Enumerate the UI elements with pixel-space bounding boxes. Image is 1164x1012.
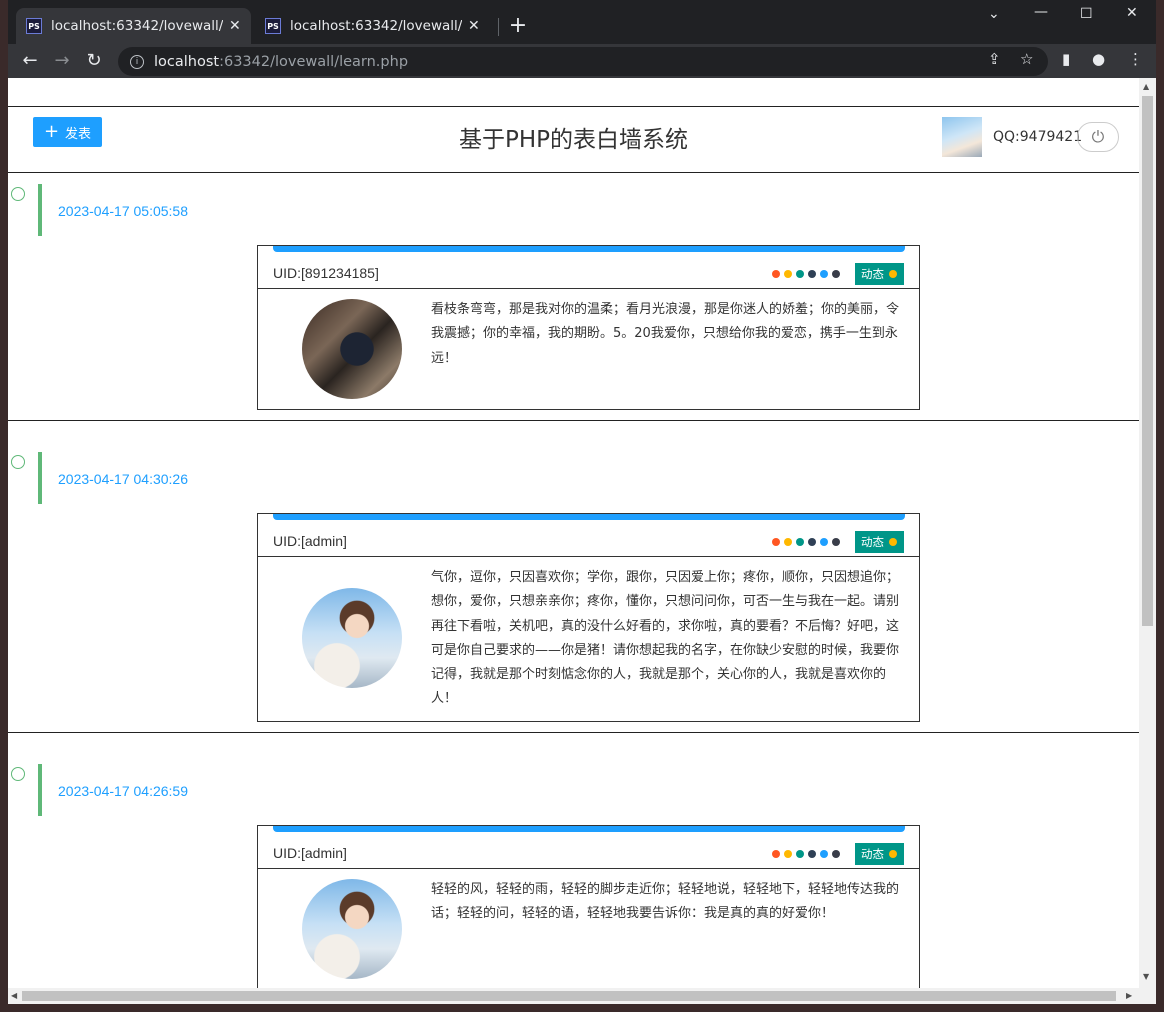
timeline-bar: [38, 452, 42, 504]
scroll-up-icon[interactable]: ▲: [1143, 82, 1149, 91]
phpstorm-icon: PS: [265, 18, 281, 34]
status-badge: 动态: [855, 263, 904, 285]
color-dots: [772, 270, 840, 278]
logout-button[interactable]: ⏻: [1077, 122, 1119, 152]
scroll-left-icon[interactable]: ◀: [11, 991, 17, 1000]
card-header: UID:[admin] 动态: [258, 520, 919, 557]
status-badge: 动态: [855, 531, 904, 553]
share-icon[interactable]: ⇪: [988, 50, 1001, 68]
card-header: UID:[admin] 动态: [258, 832, 919, 869]
badge-label: 动态: [861, 267, 884, 281]
post-card: UID:[891234185] 动态 看枝条弯弯，那是我对你的温柔；看月光浪漫，…: [257, 245, 920, 410]
close-window-icon[interactable]: ✕: [1126, 5, 1138, 21]
tab-title: localhost:63342/lovewall/learn.php: [51, 18, 223, 34]
close-tab-icon[interactable]: ✕: [229, 18, 241, 34]
horizontal-scrollbar[interactable]: ◀ ▶: [8, 988, 1156, 1004]
color-dots: [772, 538, 840, 546]
side-panel-icon[interactable]: ▮: [1062, 50, 1070, 68]
status-badge: 动态: [855, 843, 904, 865]
forward-icon[interactable]: →: [49, 48, 75, 74]
post-card: UID:[admin] 动态 轻轻的风，轻轻的雨，轻轻的脚步走近你；轻轻地说，轻…: [257, 825, 920, 1004]
browser-tab-login[interactable]: PS localhost:63342/lovewall/login ✕: [255, 8, 490, 44]
url-path: :63342/lovewall/learn.php: [219, 53, 409, 70]
user-avatar[interactable]: [942, 117, 982, 157]
site-info-icon[interactable]: i: [130, 54, 144, 69]
post-text: 看枝条弯弯，那是我对你的温柔；看月光浪漫，那是你迷人的娇羞；你的美丽，令我震撼；…: [431, 302, 900, 366]
tab-strip: PS localhost:63342/lovewall/learn.php ✕ …: [8, 0, 1156, 44]
timeline-circle-icon: [11, 767, 25, 781]
close-tab-icon[interactable]: ✕: [468, 18, 480, 34]
timeline-bar: [38, 764, 42, 816]
post-time: 2023-04-17 04:26:59: [58, 783, 188, 799]
menu-kebab-icon[interactable]: ⋮: [1128, 50, 1143, 68]
post-divider: [8, 732, 1139, 733]
post-uid: UID:[admin]: [273, 533, 347, 549]
badge-dot: [889, 270, 897, 278]
maximize-icon[interactable]: ☐: [1080, 6, 1093, 22]
url-host: localhost: [154, 53, 220, 70]
address-bar[interactable]: i localhost:63342/lovewall/learn.php: [118, 47, 1048, 76]
post-time: 2023-04-17 04:30:26: [58, 471, 188, 487]
back-icon[interactable]: ←: [17, 48, 43, 74]
post-item: 2023-04-17 05:05:58 UID:[891234185] 动态 看…: [8, 174, 1139, 422]
qq-label: QQ:9479421: [993, 129, 1083, 145]
badge-label: 动态: [861, 847, 884, 861]
reload-icon[interactable]: ↻: [81, 48, 107, 74]
badge-dot: [889, 538, 897, 546]
horizontal-scroll-thumb[interactable]: [22, 991, 1116, 1001]
timeline-bar: [38, 184, 42, 236]
power-icon: ⏻: [1091, 127, 1105, 146]
profile-icon[interactable]: ●: [1092, 50, 1105, 68]
page-header: + 发表 基于PHP的表白墙系统 QQ:9479421 ⏻: [8, 106, 1139, 173]
phpstorm-icon: PS: [26, 18, 42, 34]
badge-dot: [889, 850, 897, 858]
browser-window: PS localhost:63342/lovewall/learn.php ✕ …: [8, 0, 1156, 1004]
post-divider: [8, 420, 1139, 421]
browser-toolbar: ← → ↻ i localhost:63342/lovewall/learn.p…: [8, 44, 1156, 78]
bookmark-star-icon[interactable]: ☆: [1020, 50, 1033, 68]
badge-label: 动态: [861, 535, 884, 549]
vertical-scroll-thumb[interactable]: [1142, 96, 1153, 626]
post-avatar: [302, 299, 402, 399]
post-uid: UID:[admin]: [273, 845, 347, 861]
post-card: UID:[admin] 动态 气你，逗你，只因喜欢你；学你，跟你，只因爱上你；疼…: [257, 513, 920, 722]
scroll-down-icon[interactable]: ▼: [1143, 972, 1149, 981]
tab-search-icon[interactable]: ⌄: [988, 6, 1000, 22]
post-avatar: [302, 588, 402, 688]
tab-title: localhost:63342/lovewall/login: [290, 18, 462, 34]
new-tab-button[interactable]: +: [506, 14, 530, 38]
post-avatar: [302, 879, 402, 979]
timeline-circle-icon: [11, 455, 25, 469]
minimize-icon[interactable]: —: [1034, 4, 1048, 20]
post-text: 气你，逗你，只因喜欢你；学你，跟你，只因爱上你；疼你，顺你，只因想追你；想你，爱…: [431, 570, 900, 707]
color-dots: [772, 850, 840, 858]
timeline-circle-icon: [11, 187, 25, 201]
post-item: 2023-04-17 04:30:26 UID:[admin] 动态 气你，逗你…: [8, 442, 1139, 732]
post-text: 轻轻的风，轻轻的雨，轻轻的脚步走近你；轻轻地说，轻轻地下，轻轻地传达我的话；轻轻…: [431, 882, 900, 922]
scroll-right-icon[interactable]: ▶: [1126, 991, 1132, 1000]
page-viewport: + 发表 基于PHP的表白墙系统 QQ:9479421 ⏻ 2023-04-17…: [8, 78, 1156, 1004]
vertical-scrollbar[interactable]: ▲ ▼: [1139, 78, 1156, 988]
tab-separator: [498, 18, 499, 36]
card-header: UID:[891234185] 动态: [258, 252, 919, 289]
post-item: 2023-04-17 04:26:59 UID:[admin] 动态 轻轻的风，…: [8, 754, 1139, 1004]
post-time: 2023-04-17 05:05:58: [58, 203, 188, 219]
browser-tab-learn[interactable]: PS localhost:63342/lovewall/learn.php ✕: [16, 8, 251, 44]
post-uid: UID:[891234185]: [273, 265, 379, 281]
